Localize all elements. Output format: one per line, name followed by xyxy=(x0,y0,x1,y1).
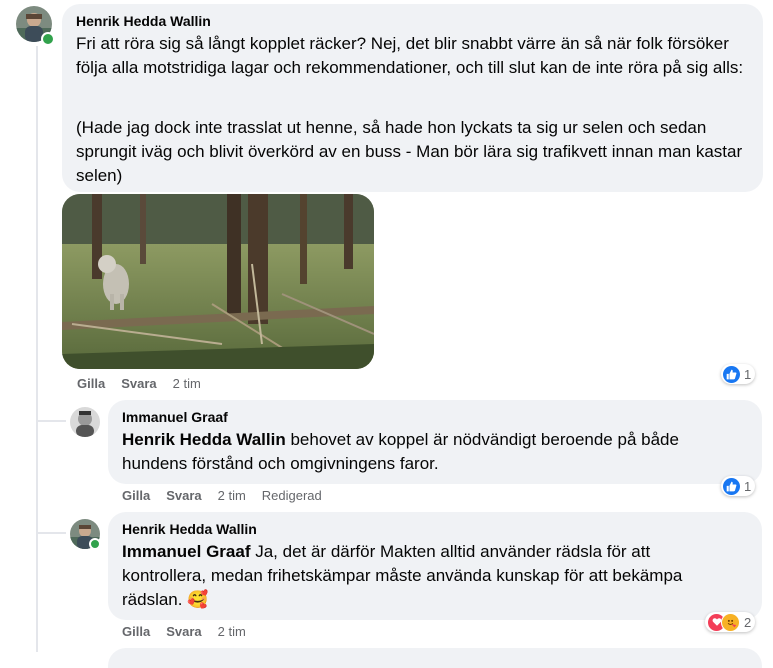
reaction-count: 2 xyxy=(744,614,752,630)
thread-line xyxy=(36,46,38,652)
comment-timestamp[interactable]: 2 tim xyxy=(173,376,201,391)
reaction-count: 1 xyxy=(744,478,752,494)
comment-bubble: Henrik Hedda Wallin Fri att röra sig så … xyxy=(62,4,763,192)
reaction-summary[interactable]: 1 xyxy=(721,476,756,496)
care-icon xyxy=(721,612,740,632)
edited-label[interactable]: Redigerad xyxy=(262,488,322,503)
comment-actions: Gilla Svara 2 tim xyxy=(77,376,217,392)
mention-link[interactable]: Henrik Hedda Wallin xyxy=(122,430,286,449)
avatar-photo xyxy=(70,407,100,437)
reply-text: Henrik Hedda Wallin behovet av koppel är… xyxy=(122,428,732,476)
reply-text: Immanuel Graaf Ja, det är därför Makten … xyxy=(122,540,732,612)
reply-author[interactable]: Henrik Hedda Wallin xyxy=(122,520,257,538)
reply-author[interactable]: Immanuel Graaf xyxy=(122,408,228,426)
reaction-count: 1 xyxy=(744,366,752,382)
reply-actions: Gilla Svara 2 tim xyxy=(122,624,262,640)
avatar-immanuel[interactable] xyxy=(70,407,100,437)
reaction-summary[interactable]: 1 xyxy=(721,364,756,384)
comment-photo[interactable] xyxy=(62,194,374,369)
mention-link[interactable]: Immanuel Graaf xyxy=(122,542,251,561)
comment-author[interactable]: Henrik Hedda Wallin xyxy=(76,12,211,30)
reply-link[interactable]: Svara xyxy=(166,488,201,503)
thread-line xyxy=(36,532,66,534)
reply-bubble: Henrik Hedda Wallin Immanuel Graaf Ja, d… xyxy=(108,512,762,620)
forest-dog-image xyxy=(62,194,374,369)
like-link[interactable]: Gilla xyxy=(122,624,150,639)
reply-link[interactable]: Svara xyxy=(121,376,156,391)
thread-line xyxy=(36,420,66,422)
reply-actions: Gilla Svara 2 tim Redigerad xyxy=(122,488,322,504)
comment-text: Fri att röra sig så långt kopplet räcker… xyxy=(76,34,744,77)
like-link[interactable]: Gilla xyxy=(122,488,150,503)
comment-text-continued: (Hade jag dock inte trasslat ut henne, s… xyxy=(76,118,743,185)
reply-link[interactable]: Svara xyxy=(166,624,201,639)
next-reply-bubble xyxy=(108,648,762,668)
like-icon xyxy=(723,477,740,495)
reply-bubble: Immanuel Graaf Henrik Hedda Wallin behov… xyxy=(108,400,762,484)
like-icon xyxy=(723,365,740,383)
like-link[interactable]: Gilla xyxy=(77,376,105,391)
reply-timestamp[interactable]: 2 tim xyxy=(218,488,246,503)
reply-timestamp[interactable]: 2 tim xyxy=(218,624,246,639)
online-status-dot xyxy=(89,538,101,550)
online-status-dot xyxy=(41,32,55,46)
smiling-face-with-hearts-emoji: 🥰 xyxy=(187,590,209,609)
reaction-summary[interactable]: 2 xyxy=(705,612,756,632)
